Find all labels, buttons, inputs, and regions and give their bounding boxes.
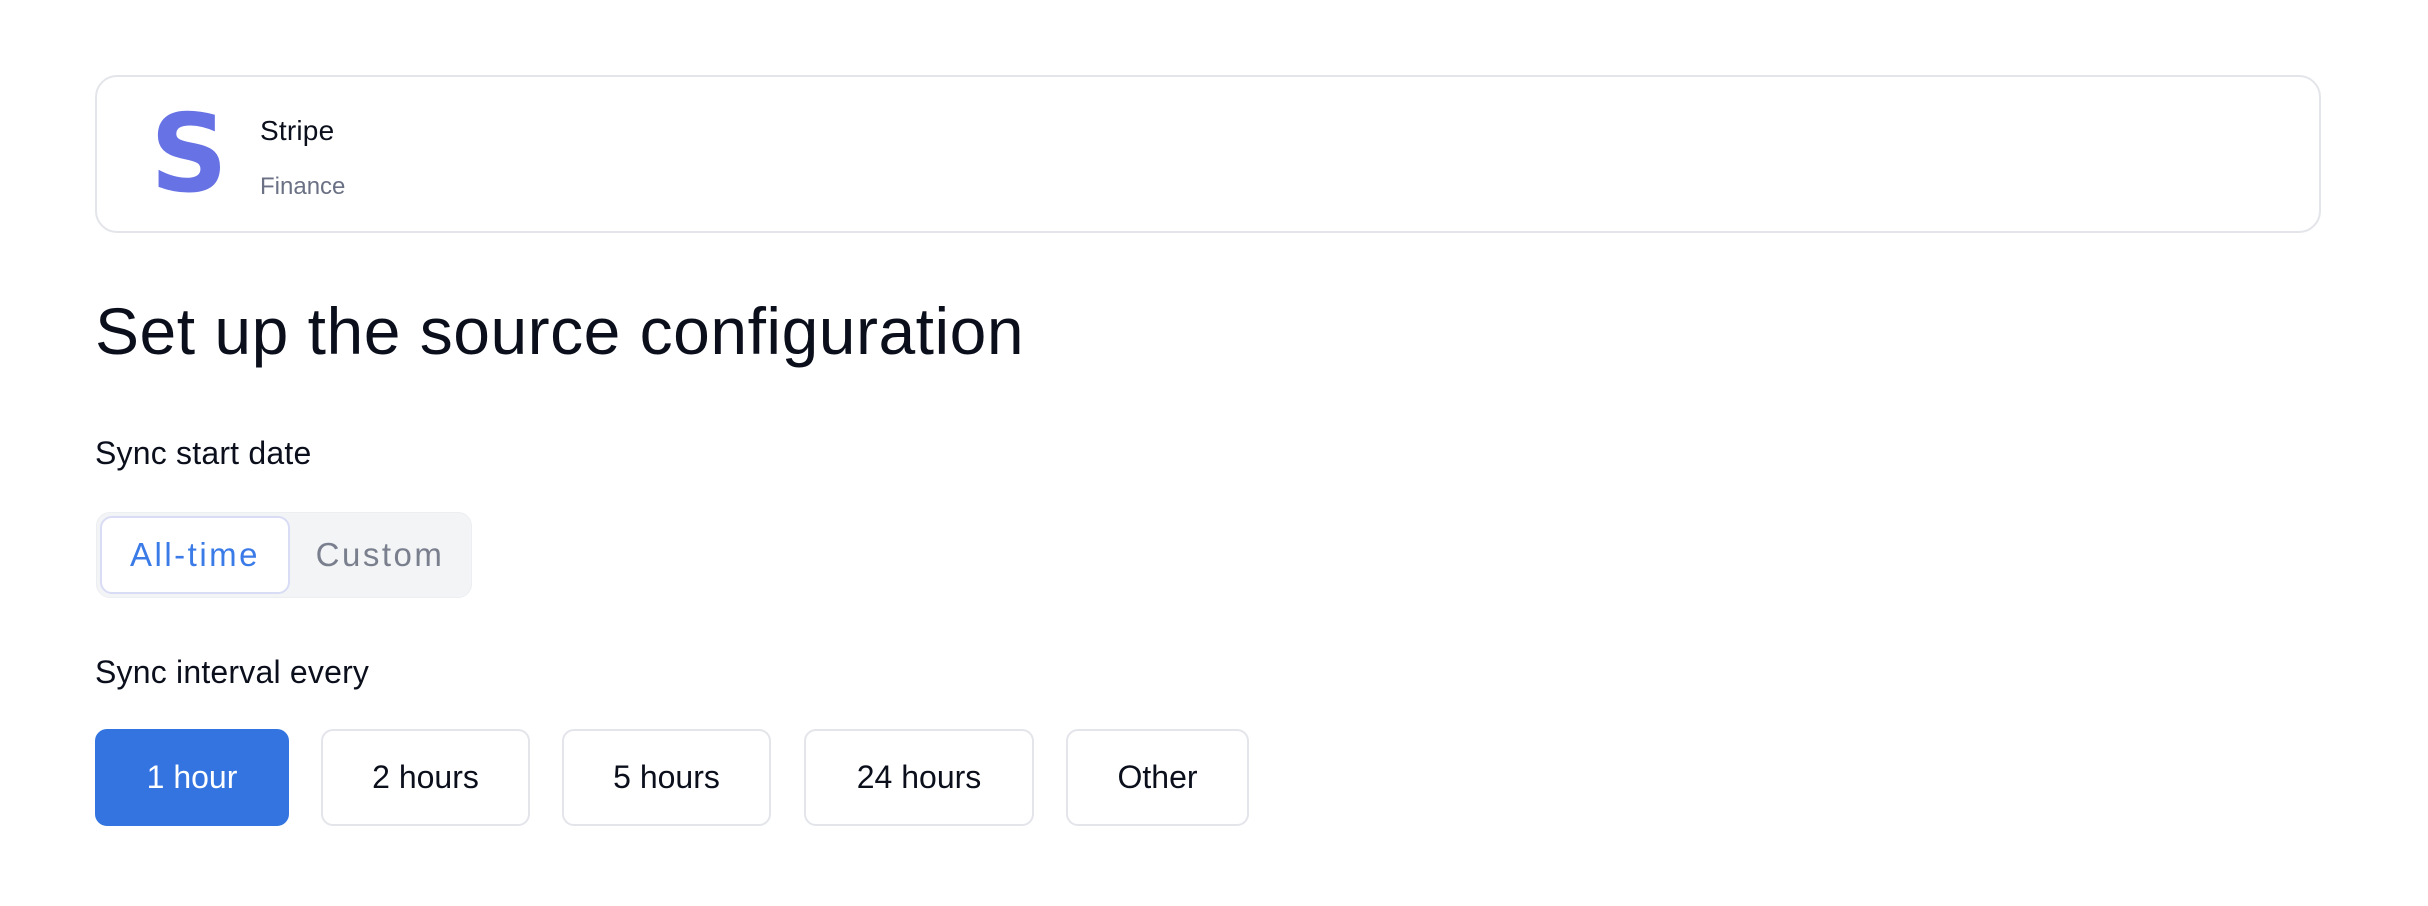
page-title: Set up the source configuration [95, 294, 1025, 368]
source-card: S Stripe Finance [95, 75, 2321, 233]
source-name: Stripe [260, 115, 335, 146]
interval-other-button[interactable]: Other [1066, 729, 1249, 826]
interval-1-hour-button[interactable]: 1 hour [95, 729, 289, 826]
interval-24-hours-button[interactable]: 24 hours [804, 729, 1034, 826]
interval-2-hours-button[interactable]: 2 hours [321, 729, 530, 826]
sync-start-segmented-control: All-time Custom [96, 512, 472, 598]
sync-interval-label: Sync interval every [95, 654, 370, 690]
source-category: Finance [260, 173, 346, 200]
segment-custom[interactable]: Custom [291, 516, 469, 594]
segment-all-time[interactable]: All-time [100, 516, 290, 594]
sync-start-date-label: Sync start date [95, 435, 312, 471]
stripe-logo-icon: S [153, 99, 225, 209]
svg-text:S: S [153, 99, 225, 209]
interval-5-hours-button[interactable]: 5 hours [562, 729, 771, 826]
